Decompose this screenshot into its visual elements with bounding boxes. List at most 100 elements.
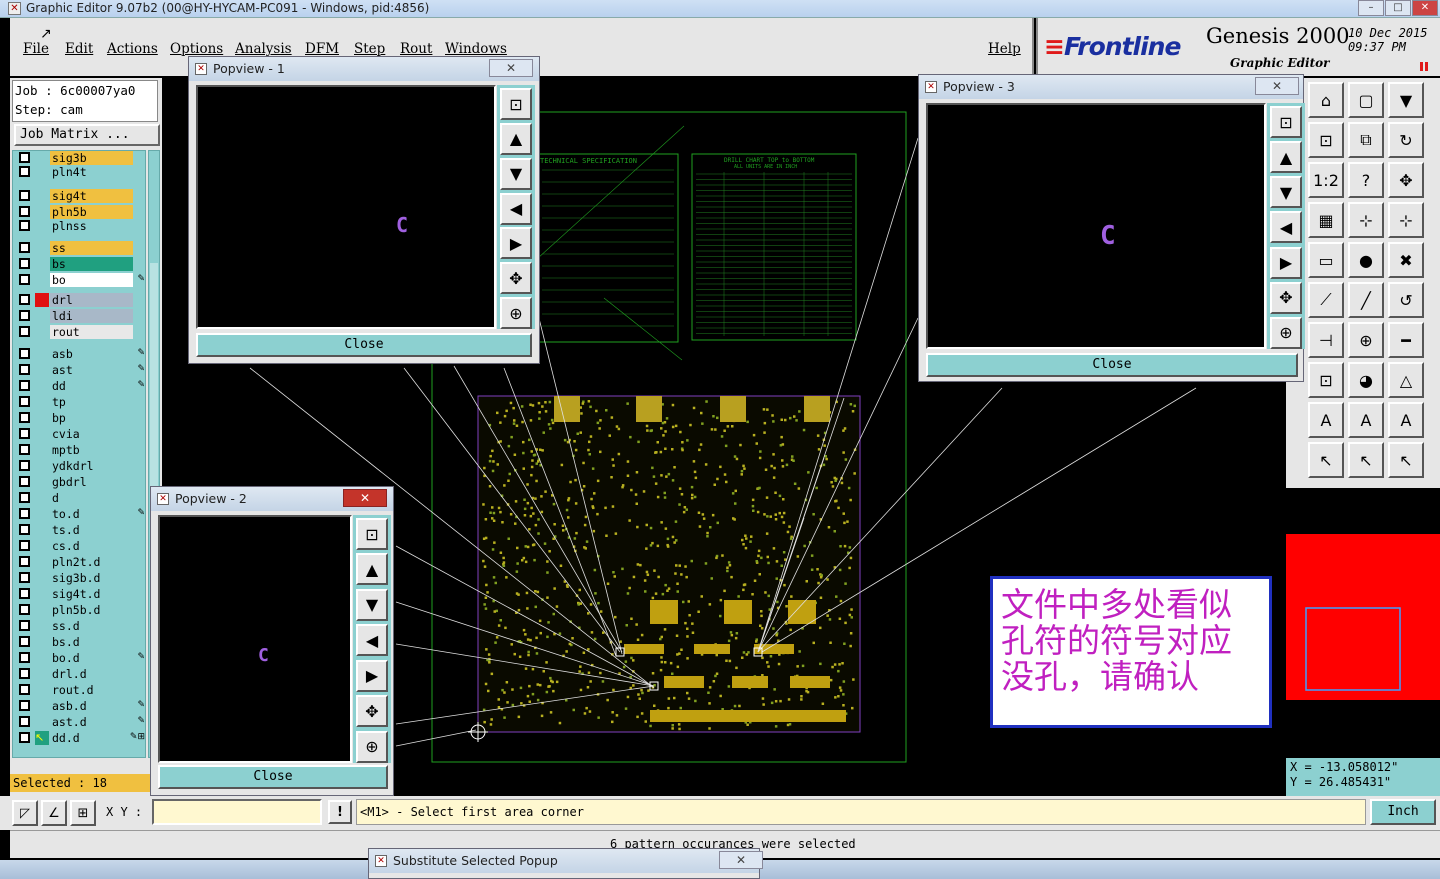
- blob-icon[interactable]: ◕: [1348, 362, 1384, 398]
- help-icon[interactable]: ?: [1348, 162, 1384, 198]
- layer-checkbox[interactable]: [19, 166, 30, 177]
- layer-name[interactable]: cs.d: [50, 539, 133, 553]
- layer-row-drl[interactable]: drl: [13, 293, 145, 307]
- layer-name[interactable]: ast.d: [50, 715, 133, 729]
- layer-row-asb[interactable]: asb ✎: [13, 347, 145, 361]
- cursor-icon[interactable]: ↖: [1308, 442, 1344, 478]
- layer-row-bs.d[interactable]: bs.d: [13, 635, 145, 649]
- layer-name[interactable]: bo.d: [50, 651, 133, 665]
- layer-name[interactable]: pln2t.d: [50, 555, 133, 569]
- pause-icon[interactable]: [1420, 62, 1428, 71]
- layer-name[interactable]: mptb: [50, 443, 133, 457]
- down-icon[interactable]: ▼: [1388, 82, 1424, 118]
- layer-row-plnss[interactable]: plnss: [13, 219, 145, 233]
- layer-row-ast.d[interactable]: ast.d ✎: [13, 715, 145, 729]
- layer-row-bo.d[interactable]: bo.d ✎: [13, 651, 145, 665]
- pin-icon[interactable]: ⊕: [1348, 322, 1384, 358]
- text-a2-icon[interactable]: A: [1348, 402, 1384, 438]
- zoom-in-icon[interactable]: ✥: [356, 695, 388, 728]
- layer-checkbox[interactable]: [19, 364, 30, 375]
- layer-name[interactable]: sig3b: [50, 151, 133, 165]
- layer-name[interactable]: bs: [50, 257, 133, 271]
- layer-checkbox[interactable]: [19, 684, 30, 695]
- pan-right-icon[interactable]: ▶: [356, 659, 388, 692]
- layer-name[interactable]: drl.d: [50, 667, 133, 681]
- layer-row-ydkdrl[interactable]: ydkdrl: [13, 459, 145, 473]
- layer-checkbox[interactable]: [19, 588, 30, 599]
- layer-name[interactable]: bp: [50, 411, 133, 425]
- zoom-out-icon[interactable]: ⊕: [1270, 316, 1302, 349]
- layer-checkbox[interactable]: [19, 700, 30, 711]
- layer-row-d[interactable]: d: [13, 491, 145, 505]
- zoom-fit-icon[interactable]: ⊡: [356, 518, 388, 550]
- layer-row-ss[interactable]: ss: [13, 241, 145, 255]
- minus-icon[interactable]: ━: [1388, 322, 1424, 358]
- layer-row-to.d[interactable]: to.d ✎: [13, 507, 145, 521]
- layer-checkbox[interactable]: [19, 310, 30, 321]
- layer-checkbox[interactable]: [19, 274, 30, 285]
- cross-icon[interactable]: ✖: [1388, 242, 1424, 278]
- menu-help[interactable]: Help: [988, 41, 1021, 57]
- menu-windows[interactable]: Windows: [445, 41, 507, 57]
- layer-checkbox[interactable]: [19, 412, 30, 423]
- layer-checkbox[interactable]: [19, 444, 30, 455]
- popview-1-close-button[interactable]: Close: [196, 333, 532, 357]
- layer-row-pln4t[interactable]: pln4t: [13, 165, 145, 179]
- frame-icon[interactable]: ▢: [1348, 82, 1384, 118]
- minimize-button[interactable]: –: [1358, 0, 1384, 16]
- layer-name[interactable]: dd: [50, 379, 133, 393]
- layer-row-dd[interactable]: dd ✎: [13, 379, 145, 393]
- menu-edit[interactable]: Edit: [65, 41, 93, 57]
- menu-dfm[interactable]: DFM: [305, 41, 339, 57]
- layer-name[interactable]: ss: [50, 241, 133, 255]
- layer-row-bo[interactable]: bo ✎: [13, 273, 145, 287]
- popview-2-close-button[interactable]: Close: [158, 765, 388, 789]
- popview-1-view[interactable]: C: [196, 85, 496, 329]
- layer-row-bs[interactable]: bs: [13, 257, 145, 271]
- layer-checkbox[interactable]: [19, 604, 30, 615]
- layer-checkbox[interactable]: [19, 556, 30, 567]
- layer-name[interactable]: sig3b.d: [50, 571, 133, 585]
- text-a3-icon[interactable]: A: [1388, 402, 1424, 438]
- close-window-button[interactable]: ✕: [1412, 0, 1438, 16]
- rotate-icon[interactable]: ↻: [1388, 122, 1424, 158]
- layer-name[interactable]: bs.d: [50, 635, 133, 649]
- menu-step[interactable]: Step: [354, 41, 385, 57]
- layer-name[interactable]: pln5b: [50, 205, 133, 219]
- pan-left-icon[interactable]: ◀: [1270, 211, 1302, 244]
- zoom-fit-icon[interactable]: ⊡: [500, 88, 532, 120]
- grid-icon[interactable]: ⊞: [70, 800, 96, 826]
- pan-left-icon[interactable]: ◀: [356, 624, 388, 657]
- layer-name[interactable]: plnss: [50, 219, 133, 233]
- scale-icon[interactable]: 1:2: [1308, 162, 1344, 198]
- pan-down-icon[interactable]: ▼: [356, 588, 388, 621]
- layer-name[interactable]: dd.d: [50, 731, 133, 745]
- text-a-icon[interactable]: A: [1308, 402, 1344, 438]
- layer-row-asb.d[interactable]: asb.d ✎: [13, 699, 145, 713]
- menu-rout[interactable]: Rout: [400, 41, 432, 57]
- layer-row-cs.d[interactable]: cs.d: [13, 539, 145, 553]
- layer-row-pln5b.d[interactable]: pln5b.d: [13, 603, 145, 617]
- layer-checkbox[interactable]: [19, 572, 30, 583]
- box-icon[interactable]: ⊡: [1308, 362, 1344, 398]
- layer-checkbox[interactable]: [19, 396, 30, 407]
- layer-row-sig4t.d[interactable]: sig4t.d: [13, 587, 145, 601]
- layer-checkbox[interactable]: [19, 428, 30, 439]
- layer-name[interactable]: gbdrl: [50, 475, 133, 489]
- ruler-icon[interactable]: ▭: [1308, 242, 1344, 278]
- layer-name[interactable]: d: [50, 491, 133, 505]
- zoom-in-icon[interactable]: ✥: [1270, 281, 1302, 314]
- layer-checkbox[interactable]: [19, 380, 30, 391]
- popview-3-x-button[interactable]: ✕: [1255, 77, 1299, 95]
- layer-checkbox[interactable]: [19, 258, 30, 269]
- layer-name[interactable]: cvia: [50, 427, 133, 441]
- home-icon[interactable]: ⌂: [1308, 82, 1344, 118]
- pan-down-icon[interactable]: ▼: [500, 157, 532, 190]
- layer-row-ss.d[interactable]: ss.d: [13, 619, 145, 633]
- layer-checkbox[interactable]: [19, 732, 30, 743]
- layer-checkbox[interactable]: [19, 524, 30, 535]
- layer-checkbox[interactable]: [19, 348, 30, 359]
- job-matrix-button[interactable]: Job Matrix ...: [14, 124, 160, 146]
- layer-name[interactable]: bo: [50, 273, 133, 287]
- layer-name[interactable]: sig4t.d: [50, 587, 133, 601]
